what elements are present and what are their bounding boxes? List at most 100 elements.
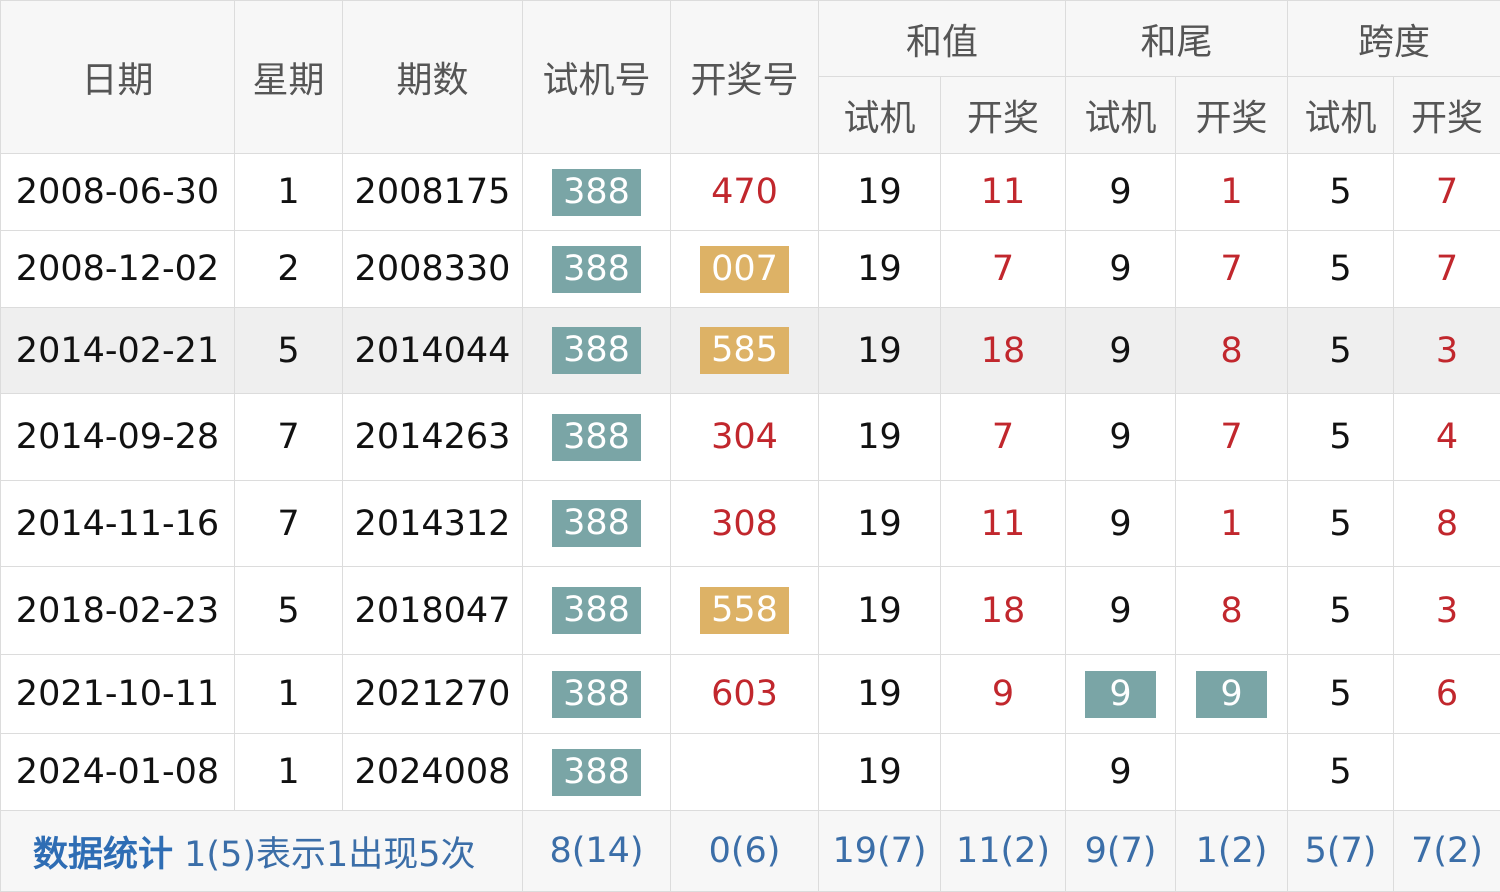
cell-span-draw: 3 bbox=[1394, 567, 1500, 655]
cell-date: 2021-10-11 bbox=[1, 655, 235, 734]
cell-draw-number bbox=[671, 734, 819, 811]
test-number-badge: 388 bbox=[552, 587, 641, 634]
header-tail-test: 试机 bbox=[1066, 77, 1176, 154]
table-row: 2014-11-16 7 2014312 388 308 19 11 9 1 5… bbox=[1, 481, 1500, 567]
cell-tail-draw bbox=[1176, 734, 1288, 811]
cell-weekday: 1 bbox=[235, 655, 343, 734]
header-sum-tail: 和尾 bbox=[1066, 1, 1288, 77]
cell-weekday: 1 bbox=[235, 154, 343, 231]
cell-weekday: 7 bbox=[235, 481, 343, 567]
cell-sum-draw: 9 bbox=[941, 655, 1066, 734]
cell-date: 2014-11-16 bbox=[1, 481, 235, 567]
table-row: 2008-06-30 1 2008175 388 470 19 11 9 1 5… bbox=[1, 154, 1500, 231]
cell-span-draw: 8 bbox=[1394, 481, 1500, 567]
tail-test-badge: 9 bbox=[1085, 671, 1155, 718]
cell-date: 2014-02-21 bbox=[1, 308, 235, 394]
table-row: 2024-01-08 1 2024008 388 19 9 5 bbox=[1, 734, 1500, 811]
cell-issue: 2014312 bbox=[343, 481, 523, 567]
table-row: 2021-10-11 1 2021270 388 603 19 9 9 9 5 … bbox=[1, 655, 1500, 734]
stats-span-test: 5(7) bbox=[1288, 811, 1394, 892]
cell-span-test: 5 bbox=[1288, 734, 1394, 811]
lottery-history-table: 日期 星期 期数 试机号 开奖号 和值 和尾 跨度 试机 开奖 试机 开奖 试机… bbox=[0, 0, 1500, 892]
cell-test-number: 388 bbox=[523, 655, 671, 734]
header-span-test: 试机 bbox=[1288, 77, 1394, 154]
cell-weekday: 1 bbox=[235, 734, 343, 811]
cell-tail-test: 9 bbox=[1066, 394, 1176, 481]
cell-sum-test: 19 bbox=[819, 231, 941, 308]
cell-tail-draw: 1 bbox=[1176, 481, 1288, 567]
cell-tail-test: 9 bbox=[1066, 308, 1176, 394]
cell-span-draw: 4 bbox=[1394, 394, 1500, 481]
cell-tail-draw: 8 bbox=[1176, 567, 1288, 655]
cell-span-test: 5 bbox=[1288, 655, 1394, 734]
cell-span-draw: 7 bbox=[1394, 231, 1500, 308]
cell-tail-test: 9 bbox=[1066, 655, 1176, 734]
cell-span-test: 5 bbox=[1288, 394, 1394, 481]
header-date: 日期 bbox=[1, 1, 235, 154]
header-span-draw: 开奖 bbox=[1394, 77, 1500, 154]
cell-weekday: 2 bbox=[235, 231, 343, 308]
cell-tail-test: 9 bbox=[1066, 481, 1176, 567]
stats-test-number: 8(14) bbox=[523, 811, 671, 892]
cell-test-number: 388 bbox=[523, 231, 671, 308]
cell-date: 2014-09-28 bbox=[1, 394, 235, 481]
cell-tail-draw: 9 bbox=[1176, 655, 1288, 734]
header-weekday: 星期 bbox=[235, 1, 343, 154]
cell-weekday: 5 bbox=[235, 567, 343, 655]
draw-number-badge: 585 bbox=[700, 327, 789, 374]
cell-date: 2008-12-02 bbox=[1, 231, 235, 308]
test-number-badge: 388 bbox=[552, 169, 641, 216]
table-row-highlighted: 2014-02-21 5 2014044 388 585 19 18 9 8 5… bbox=[1, 308, 1500, 394]
cell-sum-test: 19 bbox=[819, 154, 941, 231]
table-row: 2018-02-23 5 2018047 388 558 19 18 9 8 5… bbox=[1, 567, 1500, 655]
cell-span-test: 5 bbox=[1288, 567, 1394, 655]
header-issue: 期数 bbox=[343, 1, 523, 154]
cell-weekday: 5 bbox=[235, 308, 343, 394]
tail-draw-badge: 9 bbox=[1196, 671, 1266, 718]
header-span: 跨度 bbox=[1288, 1, 1500, 77]
cell-sum-draw: 18 bbox=[941, 567, 1066, 655]
cell-draw-number: 007 bbox=[671, 231, 819, 308]
cell-sum-test: 19 bbox=[819, 481, 941, 567]
cell-tail-test: 9 bbox=[1066, 231, 1176, 308]
cell-tail-draw: 8 bbox=[1176, 308, 1288, 394]
test-number-badge: 388 bbox=[552, 327, 641, 374]
cell-span-draw: 6 bbox=[1394, 655, 1500, 734]
cell-sum-draw bbox=[941, 734, 1066, 811]
cell-draw-number: 558 bbox=[671, 567, 819, 655]
stats-tail-draw: 1(2) bbox=[1176, 811, 1288, 892]
cell-issue: 2014263 bbox=[343, 394, 523, 481]
draw-number-badge: 007 bbox=[700, 246, 789, 293]
cell-issue: 2018047 bbox=[343, 567, 523, 655]
cell-sum-draw: 18 bbox=[941, 308, 1066, 394]
cell-tail-draw: 7 bbox=[1176, 394, 1288, 481]
cell-sum-test: 19 bbox=[819, 567, 941, 655]
header-sum-draw: 开奖 bbox=[941, 77, 1066, 154]
cell-span-draw: 7 bbox=[1394, 154, 1500, 231]
stats-row: 数据统计 1(5)表示1出现5次 8(14) 0(6) 19(7) 11(2) … bbox=[1, 811, 1500, 892]
stats-sum-draw: 11(2) bbox=[941, 811, 1066, 892]
cell-sum-draw: 11 bbox=[941, 154, 1066, 231]
cell-issue: 2008175 bbox=[343, 154, 523, 231]
cell-span-test: 5 bbox=[1288, 308, 1394, 394]
test-number-badge: 388 bbox=[552, 246, 641, 293]
cell-sum-test: 19 bbox=[819, 394, 941, 481]
cell-draw-number: 470 bbox=[671, 154, 819, 231]
cell-sum-draw: 11 bbox=[941, 481, 1066, 567]
cell-date: 2018-02-23 bbox=[1, 567, 235, 655]
cell-sum-draw: 7 bbox=[941, 394, 1066, 481]
cell-date: 2024-01-08 bbox=[1, 734, 235, 811]
header-draw-number: 开奖号 bbox=[671, 1, 819, 154]
stats-label: 数据统计 bbox=[33, 835, 173, 875]
cell-sum-test: 19 bbox=[819, 655, 941, 734]
stats-sum-test: 19(7) bbox=[819, 811, 941, 892]
cell-test-number: 388 bbox=[523, 394, 671, 481]
cell-test-number: 388 bbox=[523, 734, 671, 811]
cell-draw-number: 304 bbox=[671, 394, 819, 481]
stats-draw-number: 0(6) bbox=[671, 811, 819, 892]
draw-number-badge: 558 bbox=[700, 587, 789, 634]
cell-span-test: 5 bbox=[1288, 154, 1394, 231]
stats-label-cell: 数据统计 1(5)表示1出现5次 bbox=[1, 811, 523, 892]
cell-issue: 2014044 bbox=[343, 308, 523, 394]
stats-span-draw: 7(2) bbox=[1394, 811, 1500, 892]
